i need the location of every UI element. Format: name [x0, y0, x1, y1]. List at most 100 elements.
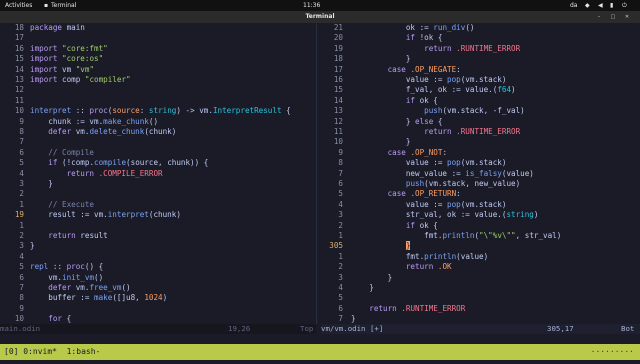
code-line[interactable]: 18 } — [321, 54, 640, 64]
activities-button[interactable]: Activities — [5, 0, 32, 11]
code-line[interactable]: 14 import vm "vm" — [0, 65, 316, 75]
line-number: 12 — [14, 85, 24, 95]
code-line[interactable]: 21 ok := run_div() — [321, 23, 640, 33]
code-line[interactable]: 3} — [0, 241, 316, 251]
code-token: import — [30, 75, 63, 84]
code-line[interactable]: 9 case .OP_NOT: — [321, 148, 640, 158]
code-line[interactable]: 5 repl :: proc() { — [0, 262, 316, 272]
code-line[interactable]: 5 — [321, 293, 640, 303]
minimize-icon[interactable]: – — [596, 14, 602, 20]
code-line[interactable]: 9 — [0, 304, 316, 314]
code-line[interactable]: 16 value := pop(vm.stack) — [321, 75, 640, 85]
power-icon[interactable]: ⏻ — [622, 0, 627, 11]
code-line[interactable]: 12 — [0, 85, 316, 95]
code-line[interactable]: 4 — [0, 252, 316, 262]
code-line[interactable]: 8 defer vm.delete_chunk(chunk) — [0, 127, 316, 137]
code-token: fmt. — [351, 251, 425, 261]
code-line[interactable]: 2 — [0, 189, 316, 199]
code-token: return — [351, 303, 402, 313]
code-line[interactable]: 13 import comp "compiler" — [0, 75, 316, 85]
code-text: defer vm.delete_chunk(chunk) — [30, 127, 176, 137]
network-icon[interactable]: ◆ — [585, 0, 590, 11]
line-number: 6 — [338, 179, 343, 188]
code-line[interactable]: 5 if (!comp.compile(source, chunk)) { — [0, 158, 316, 168]
code-line[interactable]: 17 — [0, 33, 316, 43]
code-line[interactable]: 12 } else { — [321, 117, 640, 127]
code-line[interactable]: 7 defer vm.free_vm() — [0, 283, 316, 293]
code-line[interactable]: 11 return .RUNTIME_ERROR — [321, 127, 640, 137]
code-text: case .OP_NOT: — [351, 148, 447, 158]
code-token: .RUNTIME_ERROR — [456, 127, 521, 136]
code-line[interactable]: 10 } — [321, 137, 640, 147]
code-line[interactable]: 1 // Execute — [0, 200, 316, 210]
code-line[interactable]: 13 push(vm.stack, -f_val) — [321, 106, 640, 116]
maximize-icon[interactable]: □ — [610, 14, 616, 20]
code-line[interactable]: 6 push(vm.stack, new_value) — [321, 179, 640, 189]
code-line[interactable]: 10 interpret :: proc(source: string) -> v… — [0, 106, 316, 116]
code-token: } — [351, 283, 374, 292]
code-line[interactable]: 8 buffer := make([]u8, 1024) — [0, 293, 316, 303]
code-line[interactable]: 11 — [0, 96, 316, 106]
code-line[interactable]: 2 if ok { — [321, 221, 640, 231]
code-token: return — [351, 43, 457, 53]
code-line[interactable]: 7} — [321, 314, 640, 324]
tmux-window-list[interactable]: [0] 0:nvim* 1:bash- — [4, 344, 100, 360]
code-line[interactable]: 6 vm.init_vm() — [0, 273, 316, 283]
code-line[interactable]: 8 value := pop(vm.stack) — [321, 158, 640, 168]
code-token: (vm.stack) — [460, 75, 507, 84]
code-line[interactable]: 15 f_val, ok := value.(f64) — [321, 85, 640, 95]
line-number: 1 — [338, 231, 343, 240]
line-number: 1 — [19, 220, 24, 230]
line-number: 3 — [338, 272, 343, 282]
close-icon[interactable]: ✕ — [624, 14, 630, 20]
code-line[interactable]: 20 if !ok { — [321, 33, 640, 43]
code-line[interactable]: 15 import "core:os" — [0, 54, 316, 64]
code-line[interactable]: 1 fmt.println("\"%v\"", str_val) — [321, 231, 640, 241]
code-text: import "core:fmt" — [30, 44, 108, 54]
editor-pane-left[interactable]: 18 package main 17 16 import "core:fmt" 15 imp… — [0, 23, 316, 324]
code-line[interactable]: 14 if ok { — [321, 96, 640, 106]
code-text: } — [30, 241, 35, 251]
statusline-position: 19,26 — [228, 324, 251, 333]
code-line[interactable]: 2 return result — [0, 231, 316, 241]
code-line[interactable]: 17 case .OP_NEGATE: — [321, 65, 640, 75]
vim-command-line[interactable] — [0, 334, 640, 344]
code-line[interactable]: 4 value := pop(vm.stack) — [321, 200, 640, 210]
code-line[interactable]: 6 // Compile — [0, 148, 316, 158]
code-line[interactable]: 3 } — [321, 273, 640, 283]
code-text: } — [351, 241, 411, 251]
code-line[interactable]: 4 } — [321, 283, 640, 293]
code-line[interactable]: 2 return .OK — [321, 262, 640, 272]
code-line[interactable]: 18 package main — [0, 23, 316, 33]
code-line[interactable]: 4 return .COMPILE_ERROR — [0, 169, 316, 179]
keyboard-layout-indicator[interactable]: da — [570, 0, 578, 11]
code-token: package — [30, 23, 67, 32]
code-line[interactable]: 6 return .RUNTIME_ERROR — [321, 304, 640, 314]
battery-icon[interactable]: ▮ — [610, 0, 613, 11]
line-number: 6 — [338, 303, 343, 313]
line-number: 2 — [338, 262, 343, 272]
code-line[interactable]: 7 — [0, 137, 316, 147]
code-token: f_val, ok := value.( — [351, 85, 498, 95]
editor-pane-right[interactable]: 21 ok := run_div() 20 if !ok {19 return .… — [321, 23, 640, 324]
code-line[interactable]: 3 str_val, ok := value.(string) — [321, 210, 640, 220]
code-line[interactable]: 3 } — [0, 179, 316, 189]
code-line[interactable]: 1 — [0, 221, 316, 231]
code-token: "compiler" — [84, 75, 131, 84]
terminal-title-bar: Terminal – □ ✕ — [0, 11, 640, 23]
code-line[interactable]: 305 } — [321, 241, 640, 251]
code-line[interactable]: 7 new_value := is_falsy(value) — [321, 169, 640, 179]
code-line[interactable]: 5 case .OP_RETURN: — [321, 189, 640, 199]
app-menu-button[interactable]: Terminal — [51, 0, 76, 11]
code-token: comp — [62, 75, 85, 84]
code-line[interactable]: 10 for { — [0, 314, 316, 324]
code-line[interactable]: 19 result := vm.interpret(chunk) — [0, 210, 316, 220]
clock[interactable]: 11:36 — [303, 0, 320, 11]
code-line[interactable]: 9 chunk := vm.make_chunk() — [0, 117, 316, 127]
code-line[interactable]: 16 import "core:fmt" — [0, 44, 316, 54]
code-token: make — [94, 293, 113, 303]
code-text: // Execute — [30, 200, 94, 210]
code-line[interactable]: 19 return .RUNTIME_ERROR — [321, 44, 640, 54]
code-line[interactable]: 1 fmt.println(value) — [321, 252, 640, 262]
volume-icon[interactable]: ◀ — [598, 0, 603, 11]
